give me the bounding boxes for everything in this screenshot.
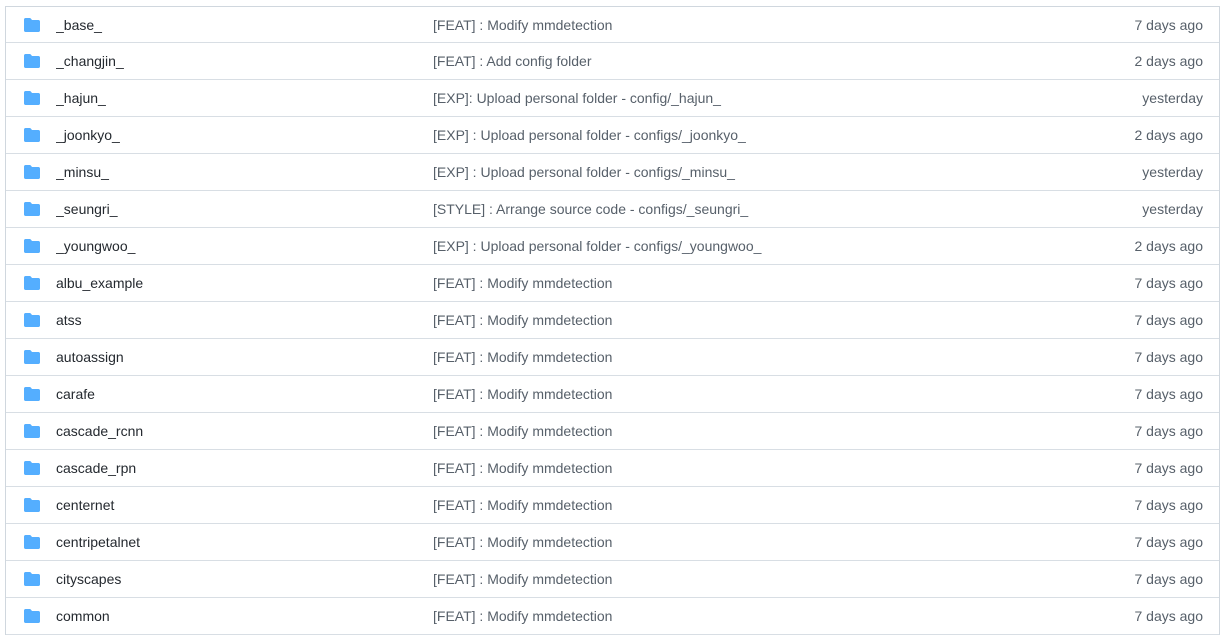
commit-age: 7 days ago [1134,312,1204,328]
file-row[interactable]: _seungri_ [STYLE] : Arrange source code … [6,191,1219,228]
folder-name-link[interactable]: _joonkyo_ [56,127,433,143]
commit-age: 7 days ago [1134,349,1204,365]
file-row[interactable]: centripetalnet [FEAT] : Modify mmdetecti… [6,524,1219,561]
file-row[interactable]: common [FEAT] : Modify mmdetection 7 day… [6,598,1219,635]
folder-name-link[interactable]: _hajun_ [56,90,433,106]
commit-age: 2 days ago [1134,53,1204,69]
commit-age: yesterday [1142,201,1203,217]
folder-name-link[interactable]: albu_example [56,275,433,291]
file-row[interactable]: atss [FEAT] : Modify mmdetection 7 days … [6,302,1219,339]
file-row[interactable]: cityscapes [FEAT] : Modify mmdetection 7… [6,561,1219,598]
file-row[interactable]: _minsu_ [EXP] : Upload personal folder -… [6,154,1219,191]
commit-message-link[interactable]: [EXP] : Upload personal folder - configs… [433,164,1073,180]
commit-age: 7 days ago [1134,386,1204,402]
commit-age: 7 days ago [1134,16,1204,33]
commit-message-link[interactable]: [EXP] : Upload personal folder - configs… [433,238,1073,254]
commit-age: yesterday [1142,90,1203,106]
folder-name-link[interactable]: centernet [56,497,433,513]
file-row[interactable]: carafe [FEAT] : Modify mmdetection 7 day… [6,376,1219,413]
folder-name-link[interactable]: cascade_rcnn [56,423,433,439]
folder-name-link[interactable]: cascade_rpn [56,460,433,476]
folder-name-link[interactable]: centripetalnet [56,534,433,550]
commit-age: 2 days ago [1134,127,1204,143]
folder-name-link[interactable]: _seungri_ [56,201,433,217]
folder-icon [24,54,40,68]
commit-age: 7 days ago [1134,534,1204,550]
folder-icon [24,350,40,364]
folder-icon [24,313,40,327]
file-row[interactable]: _joonkyo_ [EXP] : Upload personal folder… [6,117,1219,154]
file-row[interactable]: _changjin_ [FEAT] : Add config folder 2 … [6,43,1219,80]
file-row[interactable]: centernet [FEAT] : Modify mmdetection 7 … [6,487,1219,524]
commit-message-link[interactable]: [FEAT] : Modify mmdetection [433,349,1073,365]
folder-name-link[interactable]: common [56,608,433,624]
folder-icon [24,609,40,623]
commit-message-link[interactable]: [FEAT] : Modify mmdetection [433,423,1073,439]
folder-name-link[interactable]: autoassign [56,349,433,365]
folder-icon [24,572,40,586]
folder-icon [24,535,40,549]
commit-age: 7 days ago [1134,423,1204,439]
commit-message-link[interactable]: [FEAT] : Modify mmdetection [433,497,1073,513]
commit-message-link[interactable]: [FEAT] : Modify mmdetection [433,534,1073,550]
file-row[interactable]: cascade_rcnn [FEAT] : Modify mmdetection… [6,413,1219,450]
folder-icon [24,165,40,179]
file-row[interactable]: _hajun_ [EXP]: Upload personal folder - … [6,80,1219,117]
commit-age: 7 days ago [1134,275,1204,291]
file-row[interactable]: albu_example [FEAT] : Modify mmdetection… [6,265,1219,302]
commit-age: 7 days ago [1134,497,1204,513]
folder-icon [24,128,40,142]
folder-icon [24,424,40,438]
file-row[interactable]: _youngwoo_ [EXP] : Upload personal folde… [6,228,1219,265]
folder-name-link[interactable]: atss [56,312,433,328]
commit-age: 7 days ago [1134,608,1204,624]
commit-message-link[interactable]: [EXP] : Upload personal folder - configs… [433,127,1073,143]
folder-icon [24,461,40,475]
folder-name-link[interactable]: carafe [56,386,433,402]
commit-age: 7 days ago [1134,460,1204,476]
folder-icon [24,276,40,290]
commit-message-link[interactable]: [FEAT] : Modify mmdetection [433,386,1073,402]
commit-age: 2 days ago [1134,238,1204,254]
file-row[interactable]: cascade_rpn [FEAT] : Modify mmdetection … [6,450,1219,487]
folder-icon [24,498,40,512]
folder-name-link[interactable]: cityscapes [56,571,433,587]
folder-icon [24,91,40,105]
commit-message-link[interactable]: [FEAT] : Modify mmdetection [433,571,1073,587]
file-list: _base_ [FEAT] : Modify mmdetection 7 day… [5,6,1220,635]
file-row[interactable]: autoassign [FEAT] : Modify mmdetection 7… [6,339,1219,376]
folder-icon [24,202,40,216]
file-row[interactable]: _base_ [FEAT] : Modify mmdetection 7 day… [6,7,1219,43]
commit-message-link[interactable]: [FEAT] : Modify mmdetection [433,608,1073,624]
folder-icon [24,17,40,32]
commit-message-link[interactable]: [EXP]: Upload personal folder - config/_… [433,90,1073,106]
commit-message-link[interactable]: [FEAT] : Modify mmdetection [433,460,1073,476]
folder-name-link[interactable]: _minsu_ [56,164,433,180]
folder-name-link[interactable]: _base_ [56,17,433,33]
folder-icon [24,387,40,401]
commit-age: yesterday [1142,164,1203,180]
commit-message-link[interactable]: [FEAT] : Modify mmdetection [433,17,1073,33]
commit-message-link[interactable]: [STYLE] : Arrange source code - configs/… [433,201,1073,217]
commit-message-link[interactable]: [FEAT] : Modify mmdetection [433,312,1073,328]
commit-message-link[interactable]: [FEAT] : Modify mmdetection [433,275,1073,291]
folder-name-link[interactable]: _changjin_ [56,53,433,69]
folder-icon [24,239,40,253]
commit-message-link[interactable]: [FEAT] : Add config folder [433,53,1073,69]
commit-age: 7 days ago [1134,571,1204,587]
folder-name-link[interactable]: _youngwoo_ [56,238,433,254]
